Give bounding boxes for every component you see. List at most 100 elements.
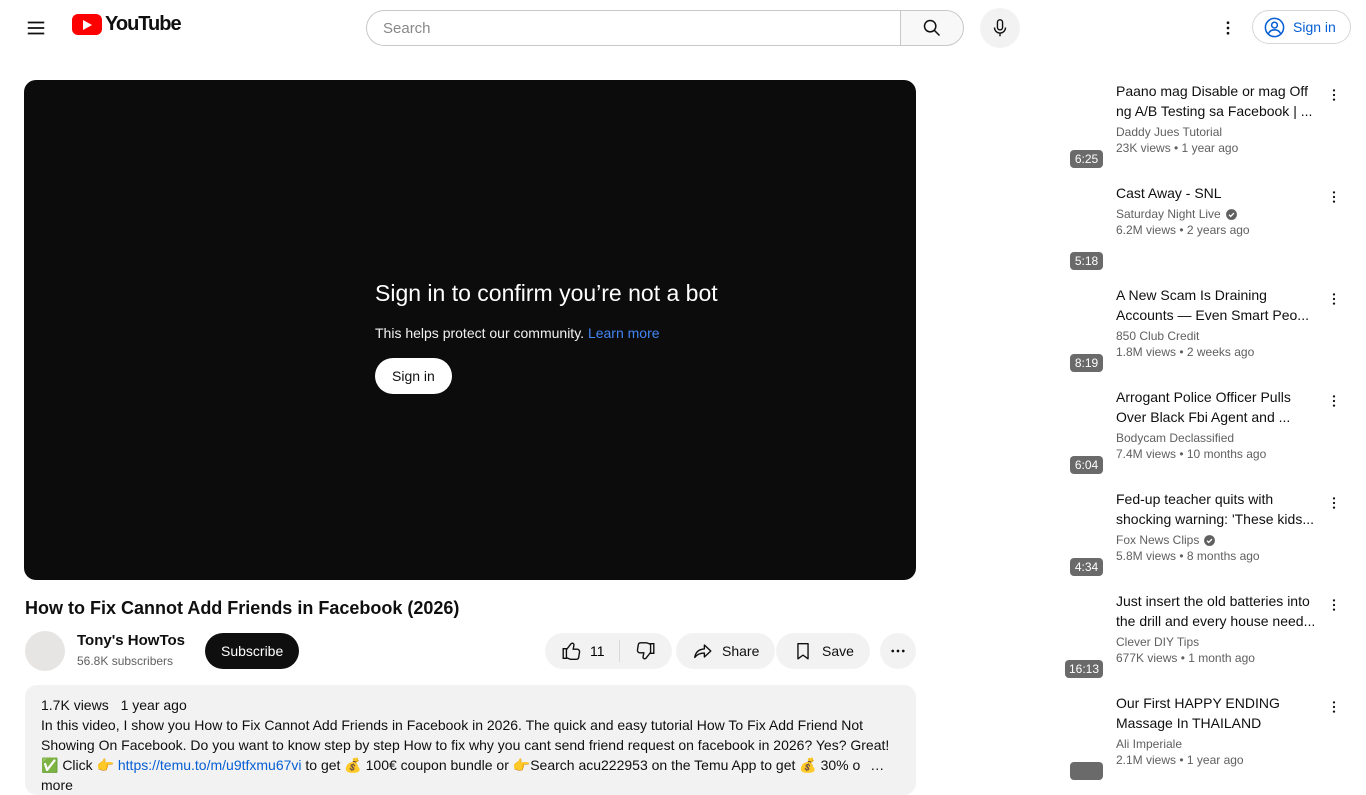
related-channel-row[interactable]: Clever DIY Tips [1116, 635, 1318, 649]
related-video-item[interactable]: 8:19 A New Scam Is Draining Accounts — E… [940, 283, 1342, 377]
video-options-icon[interactable] [1322, 185, 1346, 209]
related-channel-row[interactable]: Bodycam Declassified [1116, 431, 1318, 445]
channel-name[interactable]: Tony's HowTos [77, 632, 185, 649]
related-video-meta: 5.8M views • 8 months ago [1116, 549, 1260, 563]
related-video-meta: 677K views • 1 month ago [1116, 651, 1255, 665]
video-thumbnail[interactable]: 5:18 [940, 181, 1108, 275]
subscriber-count: 56.8K subscribers [77, 654, 174, 668]
related-video-item[interactable]: Our First HAPPY ENDING Massage In THAILA… [940, 691, 1342, 785]
bot-check-message: Sign in to confirm you’re not a bot This… [375, 280, 718, 394]
related-video-title[interactable]: Arrogant Police Officer Pulls Over Black… [1116, 387, 1318, 427]
related-channel-row[interactable]: Daddy Jues Tutorial [1116, 125, 1318, 139]
more-actions-button[interactable] [880, 633, 916, 669]
related-video-meta: 2.1M views • 1 year ago [1116, 753, 1244, 767]
search-button[interactable] [900, 10, 964, 46]
related-channel-name: Daddy Jues Tutorial [1116, 125, 1223, 139]
temu-link[interactable]: https://temu.to/m/u9tfxmu67vi [118, 757, 302, 773]
search-input[interactable] [366, 10, 900, 46]
share-icon [694, 644, 712, 659]
related-video-title[interactable]: Just insert the old batteries into the d… [1116, 591, 1318, 631]
related-channel-row[interactable]: Saturday Night Live [1116, 207, 1318, 221]
video-thumbnail[interactable]: 4:34 [940, 487, 1108, 581]
duration-badge [1070, 762, 1103, 780]
related-channel-name: Ali Imperiale [1116, 737, 1183, 751]
video-thumbnail[interactable]: 16:13 [940, 589, 1108, 683]
related-video-item[interactable]: 16:13 Just insert the old batteries into… [940, 589, 1342, 683]
related-channel-row[interactable]: Fox News Clips [1116, 533, 1318, 547]
related-video-title[interactable]: Cast Away - SNL [1116, 183, 1318, 203]
player-signin-button[interactable]: Sign in [375, 358, 452, 394]
duration-badge: 5:18 [1070, 252, 1103, 270]
related-video-title[interactable]: Our First HAPPY ENDING Massage In THAILA… [1116, 693, 1318, 733]
video-options-icon[interactable] [1322, 389, 1346, 413]
video-info: Arrogant Police Officer Pulls Over Black… [1108, 385, 1342, 479]
related-videos-list: 6:25 Paano mag Disable or mag Off ng A/B… [940, 79, 1342, 793]
related-channel-name: Fox News Clips [1116, 533, 1200, 547]
duration-badge: 4:34 [1070, 558, 1103, 576]
save-label: Save [822, 643, 854, 659]
video-title: How to Fix Cannot Add Friends in Faceboo… [25, 598, 460, 618]
description-text: In this video, I show you How to Fix Can… [41, 717, 890, 793]
header-signin-button[interactable]: Sign in [1252, 10, 1351, 44]
like-button[interactable]: 11 [545, 633, 619, 669]
verified-icon [1204, 534, 1216, 546]
learn-more-link[interactable]: Learn more [588, 325, 660, 341]
related-video-title[interactable]: Fed-up teacher quits with shocking warni… [1116, 489, 1318, 529]
bot-check-subtext: This helps protect our community. Learn … [375, 325, 660, 341]
verified-icon [1225, 208, 1237, 220]
description-box[interactable]: 1.7K views 1 year ago In this video, I s… [25, 685, 916, 795]
search-icon [923, 19, 941, 37]
dislike-button[interactable] [620, 633, 672, 669]
video-info: Fed-up teacher quits with shocking warni… [1108, 487, 1342, 581]
video-info: Cast Away - SNL Saturday Night Live 6.2M… [1108, 181, 1342, 275]
related-channel-name: Saturday Night Live [1116, 207, 1221, 221]
video-thumbnail[interactable] [940, 691, 1108, 785]
bot-check-headline: Sign in to confirm you’re not a bot [375, 280, 718, 306]
video-options-icon[interactable] [1322, 593, 1346, 617]
thumbs-down-icon [636, 642, 655, 660]
video-options-icon[interactable] [1322, 491, 1346, 515]
search-bar [366, 10, 964, 46]
more-horizontal-icon [891, 649, 905, 653]
video-player[interactable]: Sign in to confirm you’re not a bot This… [24, 80, 916, 580]
video-info: A New Scam Is Draining Accounts — Even S… [1108, 283, 1342, 377]
signin-label: Sign in [1293, 19, 1336, 35]
description-cta: ✅ Click 👉 https://temu.to/m/u9tfxmu67vi … [41, 757, 885, 793]
share-label: Share [722, 643, 760, 659]
related-channel-name: Bodycam Declassified [1116, 431, 1235, 445]
youtube-logo[interactable]: YouTube [72, 13, 182, 36]
upload-age: 1 year ago [120, 697, 187, 713]
subscribe-button[interactable]: Subscribe [205, 633, 300, 669]
voice-search-button[interactable] [980, 8, 1020, 48]
related-video-item[interactable]: 6:25 Paano mag Disable or mag Off ng A/B… [940, 79, 1342, 173]
channel-avatar[interactable] [25, 631, 65, 671]
video-thumbnail[interactable]: 6:04 [940, 385, 1108, 479]
video-thumbnail[interactable]: 6:25 [940, 79, 1108, 173]
video-options-icon[interactable] [1322, 83, 1346, 107]
menu-icon[interactable] [16, 8, 56, 48]
like-dislike-bar: 11 [545, 633, 672, 669]
video-thumbnail[interactable]: 8:19 [940, 283, 1108, 377]
settings-menu-icon[interactable] [1208, 8, 1248, 48]
video-options-icon[interactable] [1322, 287, 1346, 311]
related-video-item[interactable]: 4:34 Fed-up teacher quits with shocking … [940, 487, 1342, 581]
video-options-icon[interactable] [1322, 695, 1346, 719]
related-video-item[interactable]: 6:04 Arrogant Police Officer Pulls Over … [940, 385, 1342, 479]
related-video-title[interactable]: Paano mag Disable or mag Off ng A/B Test… [1116, 81, 1318, 121]
related-video-title[interactable]: A New Scam Is Draining Accounts — Even S… [1116, 285, 1318, 325]
bookmark-icon [797, 642, 809, 660]
share-button[interactable]: Share [676, 633, 776, 669]
duration-badge: 6:25 [1070, 150, 1103, 168]
related-channel-row[interactable]: 850 Club Credit [1116, 329, 1318, 343]
youtube-wordmark: YouTube [105, 13, 182, 35]
like-count: 11 [590, 643, 605, 659]
related-channel-row[interactable]: Ali Imperiale [1116, 737, 1318, 751]
related-channel-name: 850 Club Credit [1116, 329, 1200, 343]
video-info: Paano mag Disable or mag Off ng A/B Test… [1108, 79, 1342, 173]
save-button[interactable]: Save [776, 633, 870, 669]
related-video-item[interactable]: 5:18 Cast Away - SNL Saturday Night Live… [940, 181, 1342, 275]
related-channel-name: Clever DIY Tips [1116, 635, 1200, 649]
related-video-meta: 6.2M views • 2 years ago [1116, 223, 1250, 237]
video-info: Just insert the old batteries into the d… [1108, 589, 1342, 683]
description-meta: 1.7K views 1 year ago [41, 695, 900, 715]
